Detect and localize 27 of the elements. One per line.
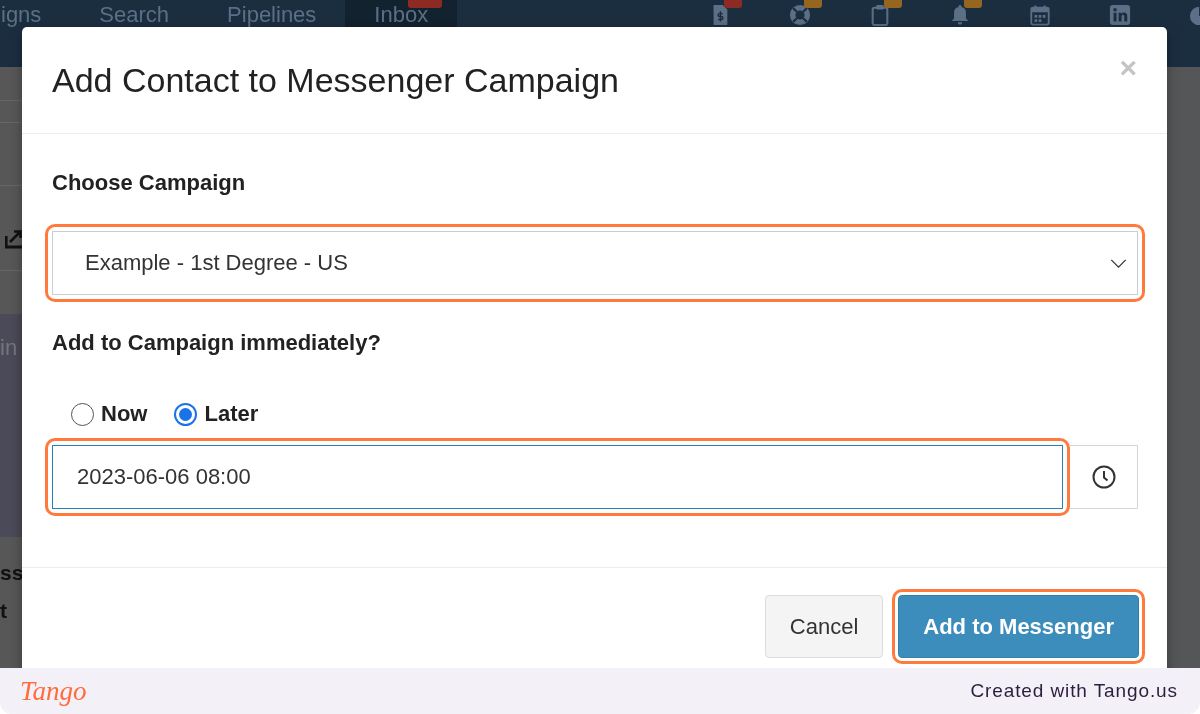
lifebuoy-icon[interactable] [789, 4, 811, 26]
linkedin-icon[interactable] [1109, 4, 1131, 26]
clipboard-icon[interactable] [869, 4, 891, 26]
chevron-down-icon [1110, 258, 1127, 268]
field-label: Choose Campaign [52, 170, 247, 196]
nav-tab[interactable]: Search [70, 0, 199, 27]
clock-icon [1091, 465, 1116, 489]
campaign-select[interactable]: Example - 1st Degree - US [52, 231, 1138, 295]
cancel-button[interactable]: Cancel [764, 595, 884, 658]
radio-button[interactable] [71, 402, 94, 426]
nav-tab[interactable]: igns [0, 0, 71, 27]
credit-text: Created with Tango.us [970, 680, 1178, 702]
radio-label[interactable]: Now [101, 401, 148, 427]
submit-button[interactable]: Add to Messenger [898, 595, 1139, 658]
radio-button[interactable] [174, 402, 198, 426]
bell-icon[interactable] [949, 4, 971, 26]
modal-title: Add Contact to Messenger Campaign [52, 60, 620, 100]
tango-logo: Tango [20, 675, 87, 707]
page-text: ss [0, 561, 22, 585]
date-time-input[interactable]: 2023-06-06 08:00 [52, 445, 1063, 509]
page-text: t [0, 599, 8, 623]
radio-label[interactable]: Later [204, 401, 259, 427]
nav-tab[interactable]: Inbox [345, 0, 458, 27]
calendar-icon[interactable] [1029, 4, 1051, 26]
clock-button[interactable] [1070, 445, 1138, 509]
field-label: Add to Campaign immediately? [52, 330, 382, 356]
nav-tab[interactable]: Pipelines [198, 0, 346, 27]
